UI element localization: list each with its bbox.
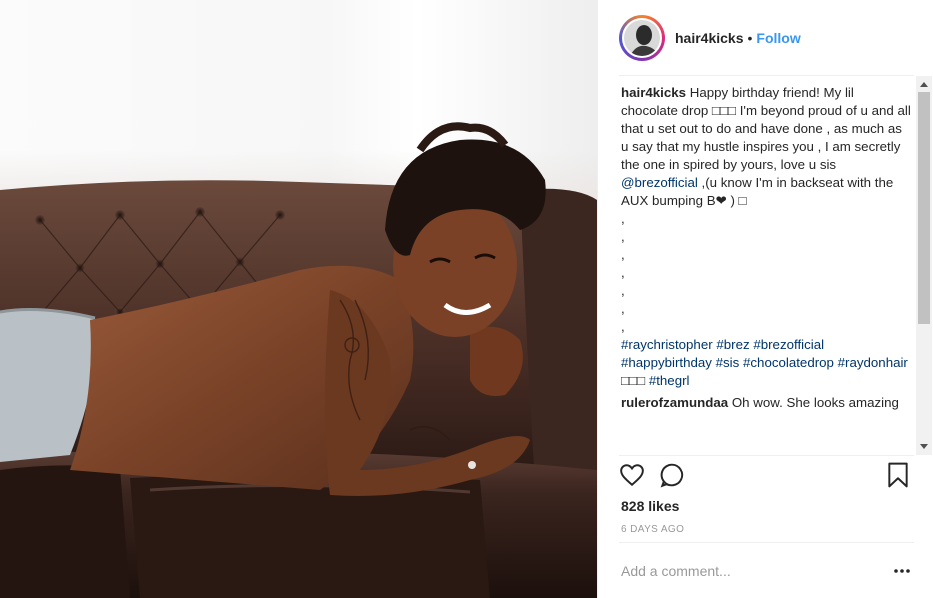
post-author-username[interactable]: hair4kicks [675, 30, 744, 46]
post-timestamp[interactable]: 6 DAYS AGO [621, 524, 684, 535]
scrollbar-thumb[interactable] [918, 92, 930, 324]
comment-bubble-icon[interactable] [659, 462, 685, 491]
hashtag[interactable]: #brezofficial [753, 337, 824, 352]
follow-button[interactable]: Follow [756, 30, 800, 46]
scroll-down-icon[interactable] [920, 444, 928, 449]
caption-tick: , [621, 211, 625, 226]
caption-hashtags: #raychristopher #brez #brezofficial #hap… [621, 336, 911, 390]
comment-text: Oh wow. She looks amazing [731, 395, 899, 410]
post-photo[interactable] [0, 0, 597, 598]
more-options-icon[interactable] [893, 562, 911, 577]
footer-divider [619, 542, 914, 543]
avatar[interactable] [619, 14, 665, 61]
profile-photo-icon [624, 19, 660, 56]
scroll-up-icon[interactable] [920, 82, 928, 87]
instagram-post: hair4kicks • Follow hair4kicks Happy bir… [0, 0, 933, 598]
caption-tick: , [621, 319, 625, 334]
hashtag[interactable]: #raychristopher [621, 337, 713, 352]
caption: hair4kicks Happy birthday friend! My lil… [621, 84, 911, 210]
caption-tick: , [621, 283, 625, 298]
hashtag[interactable]: #happybirthday [621, 355, 712, 370]
caption-tick: , [621, 229, 625, 244]
action-bar [619, 462, 917, 494]
caption-mention[interactable]: @brezofficial [621, 175, 698, 190]
post-header: hair4kicks • Follow [598, 0, 933, 75]
hashtag[interactable]: #thegrl [649, 373, 690, 388]
comments-scrollbar[interactable] [916, 76, 932, 455]
hashtag[interactable]: #chocolatedrop [743, 355, 834, 370]
hashtag[interactable]: #raydonhair [838, 355, 908, 370]
add-comment-row [619, 548, 917, 594]
hashtag-emoji: □□□ [621, 373, 646, 388]
caption-username[interactable]: hair4kicks [621, 85, 686, 100]
comments-divider [619, 455, 914, 456]
hashtag[interactable]: #brez [716, 337, 749, 352]
add-comment-input[interactable] [619, 563, 869, 579]
comments-list[interactable]: hair4kicks Happy birthday friend! My lil… [621, 84, 911, 454]
caption-tick: , [621, 301, 625, 316]
hashtag[interactable]: #sis [716, 355, 740, 370]
comment-username[interactable]: rulerofzamundaa [621, 395, 728, 410]
comment-item: rulerofzamundaa Oh wow. She looks amazin… [621, 394, 911, 412]
avatar-image [622, 17, 662, 58]
header-separator: • [747, 29, 753, 46]
caption-tick: , [621, 247, 625, 262]
header-divider [619, 75, 914, 76]
heart-icon[interactable] [619, 462, 645, 491]
likes-count[interactable]: 828 likes [621, 498, 679, 514]
bookmark-icon[interactable] [887, 462, 909, 491]
caption-ticks: , , , , , , , [621, 210, 911, 336]
caption-tick: , [621, 265, 625, 280]
photo-illustration [0, 122, 597, 598]
post-details-panel: hair4kicks • Follow hair4kicks Happy bir… [597, 0, 933, 598]
